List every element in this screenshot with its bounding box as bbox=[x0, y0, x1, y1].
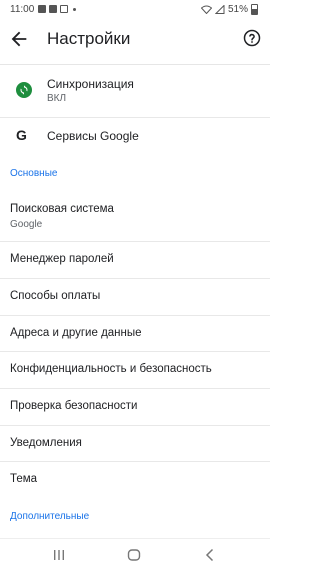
more-notifications-dot-icon bbox=[73, 7, 76, 11]
payment-methods-item[interactable]: Способы оплаты bbox=[0, 279, 270, 315]
privacy-label: Конфиденциальность и безопасность bbox=[10, 363, 212, 375]
privacy-item[interactable]: Конфиденциальность и безопасность bbox=[0, 352, 270, 388]
search-engine-value: Google bbox=[10, 219, 43, 230]
youtube-notification-icon bbox=[49, 5, 57, 13]
back-nav-icon[interactable] bbox=[202, 547, 218, 563]
google-services-title: Сервисы Google bbox=[47, 129, 139, 143]
payment-methods-label: Способы оплаты bbox=[10, 290, 101, 302]
sync-item[interactable]: Синхронизация ВКЛ bbox=[0, 70, 270, 114]
signal-icon bbox=[214, 5, 225, 14]
home-icon[interactable] bbox=[126, 547, 142, 563]
notifications-label: Уведомления bbox=[10, 437, 82, 449]
sync-text: Синхронизация ВКЛ bbox=[47, 77, 134, 105]
status-time: 11:00 bbox=[10, 4, 35, 15]
google-g-icon: G bbox=[16, 127, 27, 143]
recent-apps-icon[interactable] bbox=[51, 547, 67, 563]
addresses-item[interactable]: Адреса и другие данные bbox=[0, 316, 270, 352]
search-engine-item[interactable]: Поисковая система Google bbox=[0, 196, 270, 242]
battery-icon bbox=[251, 4, 258, 15]
section-header-basic: Основные bbox=[10, 168, 58, 179]
wifi-icon bbox=[200, 5, 212, 14]
google-services-item[interactable]: G Сервисы Google bbox=[0, 118, 270, 154]
divider bbox=[0, 538, 270, 539]
system-navigation-bar bbox=[0, 540, 270, 570]
back-arrow-icon[interactable] bbox=[8, 28, 30, 50]
sync-title: Синхронизация bbox=[47, 77, 134, 91]
notification-icons bbox=[38, 5, 76, 13]
section-header-advanced: Дополнительные bbox=[10, 511, 90, 522]
battery-percent: 51% bbox=[227, 4, 248, 15]
status-bar: 11:00 51% bbox=[0, 0, 270, 20]
gallery-notification-icon bbox=[38, 5, 46, 13]
search-engine-label: Поисковая система bbox=[10, 203, 114, 215]
status-right: 51% bbox=[200, 4, 258, 15]
calendar-notification-icon bbox=[60, 5, 68, 13]
password-manager-label: Менеджер паролей bbox=[10, 253, 114, 265]
sync-icon bbox=[16, 82, 32, 98]
safety-check-label: Проверка безопасности bbox=[10, 400, 138, 412]
theme-item[interactable]: Тема bbox=[0, 462, 270, 498]
help-icon[interactable] bbox=[243, 29, 261, 47]
sync-status: ВКЛ bbox=[47, 93, 67, 104]
password-manager-item[interactable]: Менеджер паролей bbox=[0, 242, 270, 278]
page-title: Настройки bbox=[47, 29, 131, 48]
safety-check-item[interactable]: Проверка безопасности bbox=[0, 389, 270, 425]
app-bar: Настройки bbox=[0, 20, 270, 58]
notifications-item[interactable]: Уведомления bbox=[0, 426, 270, 462]
divider bbox=[0, 64, 270, 65]
theme-label: Тема bbox=[10, 473, 38, 485]
google-services-text: Сервисы Google bbox=[47, 129, 139, 144]
addresses-label: Адреса и другие данные bbox=[10, 327, 142, 339]
